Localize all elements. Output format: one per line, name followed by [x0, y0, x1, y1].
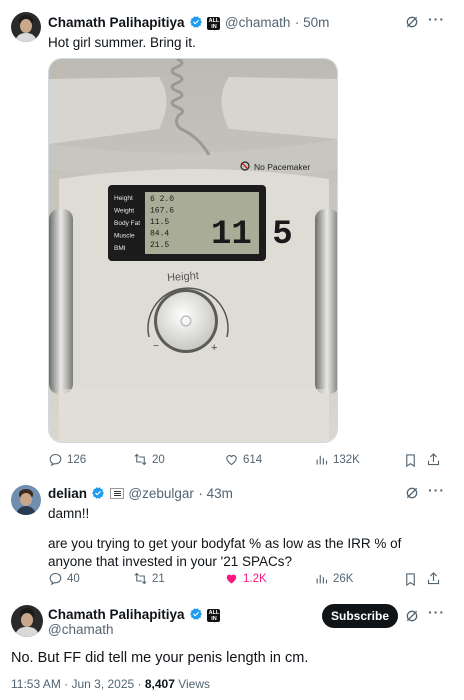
like-button[interactable]: 1.2K — [224, 571, 267, 586]
more-options-icon[interactable]: ··· — [428, 482, 445, 498]
affiliate-badge-icon[interactable]: ALL IN — [207, 609, 221, 622]
tweet-actions: 126 20 614 132K — [48, 452, 444, 470]
svg-text:11.5: 11.5 — [211, 216, 293, 254]
lcd-label: Weight — [114, 208, 134, 215]
author-name[interactable]: Chamath Palihapitiya — [48, 607, 185, 622]
lcd-value: 167.6 — [150, 207, 174, 216]
tweet-actions: 40 21 1.2K 26K — [48, 571, 444, 589]
like-count: 1.2K — [243, 572, 267, 585]
views-count: 8,407 — [144, 677, 175, 691]
reply-icon — [49, 453, 62, 467]
avatar[interactable] — [11, 12, 41, 42]
reply-count: 126 — [67, 453, 87, 466]
like-button[interactable]: 614 — [224, 452, 262, 467]
views-label: Views — [174, 677, 211, 691]
tweet-text: are you trying to get your bodyfat % as … — [48, 536, 402, 569]
views-button[interactable]: 26K — [314, 571, 353, 586]
heart-icon — [226, 455, 237, 466]
author-handle[interactable]: @zebulgar — [128, 486, 194, 501]
author-name[interactable]: Chamath Palihapitiya — [48, 15, 185, 30]
lcd-value: 6 2.0 — [150, 195, 174, 204]
repost-icon — [134, 572, 147, 585]
tweet-photo[interactable]: No Pacemaker Height Weight Body Fat Muscle B… — [48, 58, 338, 443]
reply-count: 40 — [67, 572, 80, 585]
share-icon[interactable] — [426, 571, 441, 586]
avatar[interactable] — [11, 605, 43, 637]
affiliate-badge-icon[interactable] — [109, 488, 124, 499]
tweet-original: Chamath Palihapitiya ALL IN @chamath · 50… — [0, 0, 464, 480]
analytics-icon — [316, 574, 328, 584]
tweet-reply: delian @zebulgar · 43m ··· damn!! are yo… — [0, 480, 464, 598]
grok-icon[interactable] — [404, 608, 420, 624]
repost-count: 20 — [152, 453, 165, 466]
timestamp-line: 11:53 AM · Jun 3, 2025 · 8,407 Views — [11, 677, 210, 691]
lcd-value: 84.4 — [150, 230, 169, 239]
tweet-text: No. But FF did tell me your penis length… — [11, 650, 309, 666]
reply-button[interactable]: 40 — [48, 571, 80, 586]
lcd-value: 21.5 — [150, 241, 169, 250]
warning-text: No Pacemaker — [254, 162, 310, 172]
affiliate-badge-icon[interactable]: ALL IN — [207, 17, 221, 30]
svg-text:Height: Height — [167, 270, 200, 284]
lcd-label: BMI — [114, 245, 126, 252]
more-options-icon[interactable]: ··· — [428, 604, 445, 620]
author-handle[interactable]: @chamath — [48, 622, 113, 637]
tweet-text: Hot girl summer. Bring it. — [48, 35, 196, 50]
post-time[interactable]: · 43m — [198, 486, 233, 501]
analytics-icon — [316, 455, 328, 465]
grok-icon[interactable] — [404, 14, 420, 30]
subscribe-button[interactable]: Subscribe — [322, 604, 398, 628]
author-handle[interactable]: @chamath — [225, 15, 290, 30]
author-name[interactable]: delian — [48, 486, 87, 501]
views-count: 132K — [333, 453, 360, 466]
reply-icon — [49, 572, 62, 586]
views-button[interactable]: 132K — [314, 452, 360, 467]
verified-badge-icon — [189, 16, 203, 28]
post-time[interactable]: · 50m — [295, 15, 330, 30]
bookmark-icon[interactable] — [403, 572, 418, 587]
repost-icon — [134, 453, 147, 466]
svg-text:−: − — [153, 341, 159, 352]
repost-button[interactable]: 21 — [133, 571, 165, 586]
tweet-focal: Chamath Palihapitiya ALL IN @chamath Subs… — [0, 598, 464, 700]
post-timestamp[interactable]: 11:53 AM · Jun 3, 2025 · — [11, 677, 145, 691]
svg-text:+: + — [211, 342, 217, 354]
heart-filled-icon — [226, 574, 237, 584]
repost-count: 21 — [152, 572, 165, 585]
lcd-label: Body Fat — [114, 220, 140, 227]
grok-icon[interactable] — [404, 485, 420, 501]
lcd-value: 11.5 — [150, 218, 169, 227]
bookmark-icon[interactable] — [403, 453, 418, 468]
like-count: 614 — [243, 453, 263, 466]
views-count: 26K — [333, 572, 354, 585]
lcd-label: Muscle — [114, 233, 135, 240]
more-options-icon[interactable]: ··· — [428, 11, 445, 27]
avatar[interactable] — [11, 485, 41, 515]
tweet-text: damn!! — [48, 506, 90, 521]
scale-photo: No Pacemaker Height Weight Body Fat Muscle B… — [49, 59, 337, 442]
reply-button[interactable]: 126 — [48, 452, 86, 467]
verified-badge-icon — [189, 608, 203, 620]
verified-badge-icon — [92, 487, 105, 499]
lcd-label: Height — [114, 195, 133, 202]
repost-button[interactable]: 20 — [133, 452, 165, 467]
share-icon[interactable] — [426, 452, 441, 467]
